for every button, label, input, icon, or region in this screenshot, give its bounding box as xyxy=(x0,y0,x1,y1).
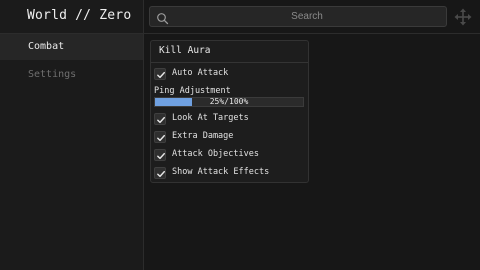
toggle-look-at-targets[interactable]: Look At Targets xyxy=(154,112,304,128)
toggle-label: Show Attack Effects xyxy=(172,167,270,177)
toggle-attack-objectives[interactable]: Attack Objectives xyxy=(154,148,304,164)
checkmark-icon xyxy=(157,152,166,160)
slider-value: 25%/100% xyxy=(209,97,249,106)
toggle-show-attack-effects[interactable]: Show Attack Effects xyxy=(154,166,304,182)
sidebar: World // Zero Combat Settings xyxy=(0,0,144,270)
checkbox[interactable] xyxy=(154,113,166,125)
panel-divider xyxy=(151,62,308,63)
toggle-auto-attack[interactable]: Auto Attack xyxy=(154,67,304,83)
ping-adjustment-slider[interactable]: 25%/100% xyxy=(154,97,304,107)
checkbox[interactable] xyxy=(154,167,166,179)
search-bar[interactable] xyxy=(149,6,447,27)
sidebar-item-settings[interactable]: Settings xyxy=(0,62,143,88)
search-input[interactable] xyxy=(172,7,442,26)
move-arrows-icon[interactable] xyxy=(454,8,472,26)
search-icon xyxy=(156,10,169,25)
toggle-label: Auto Attack xyxy=(172,68,229,78)
toggle-label: Extra Damage xyxy=(172,131,234,141)
checkmark-icon xyxy=(157,134,166,142)
kill-aura-panel: Kill Aura Auto Attack Ping Adjustment 25… xyxy=(150,40,309,183)
slider-label: Ping Adjustment xyxy=(154,86,231,96)
toggle-label: Look At Targets xyxy=(172,113,249,123)
checkbox[interactable] xyxy=(154,68,166,80)
topbar-divider xyxy=(144,33,480,34)
panel-title: Kill Aura xyxy=(159,45,211,56)
app-title: World // Zero xyxy=(27,8,132,23)
checkmark-icon xyxy=(157,116,166,124)
sidebar-item-combat[interactable]: Combat xyxy=(0,34,143,60)
toggle-extra-damage[interactable]: Extra Damage xyxy=(154,130,304,146)
app-window: World // Zero Combat Settings Search Kil… xyxy=(0,0,480,270)
checkmark-icon xyxy=(157,71,166,79)
toggle-label: Attack Objectives xyxy=(172,149,259,159)
checkmark-icon xyxy=(157,170,166,178)
checkbox[interactable] xyxy=(154,149,166,161)
checkbox[interactable] xyxy=(154,131,166,143)
